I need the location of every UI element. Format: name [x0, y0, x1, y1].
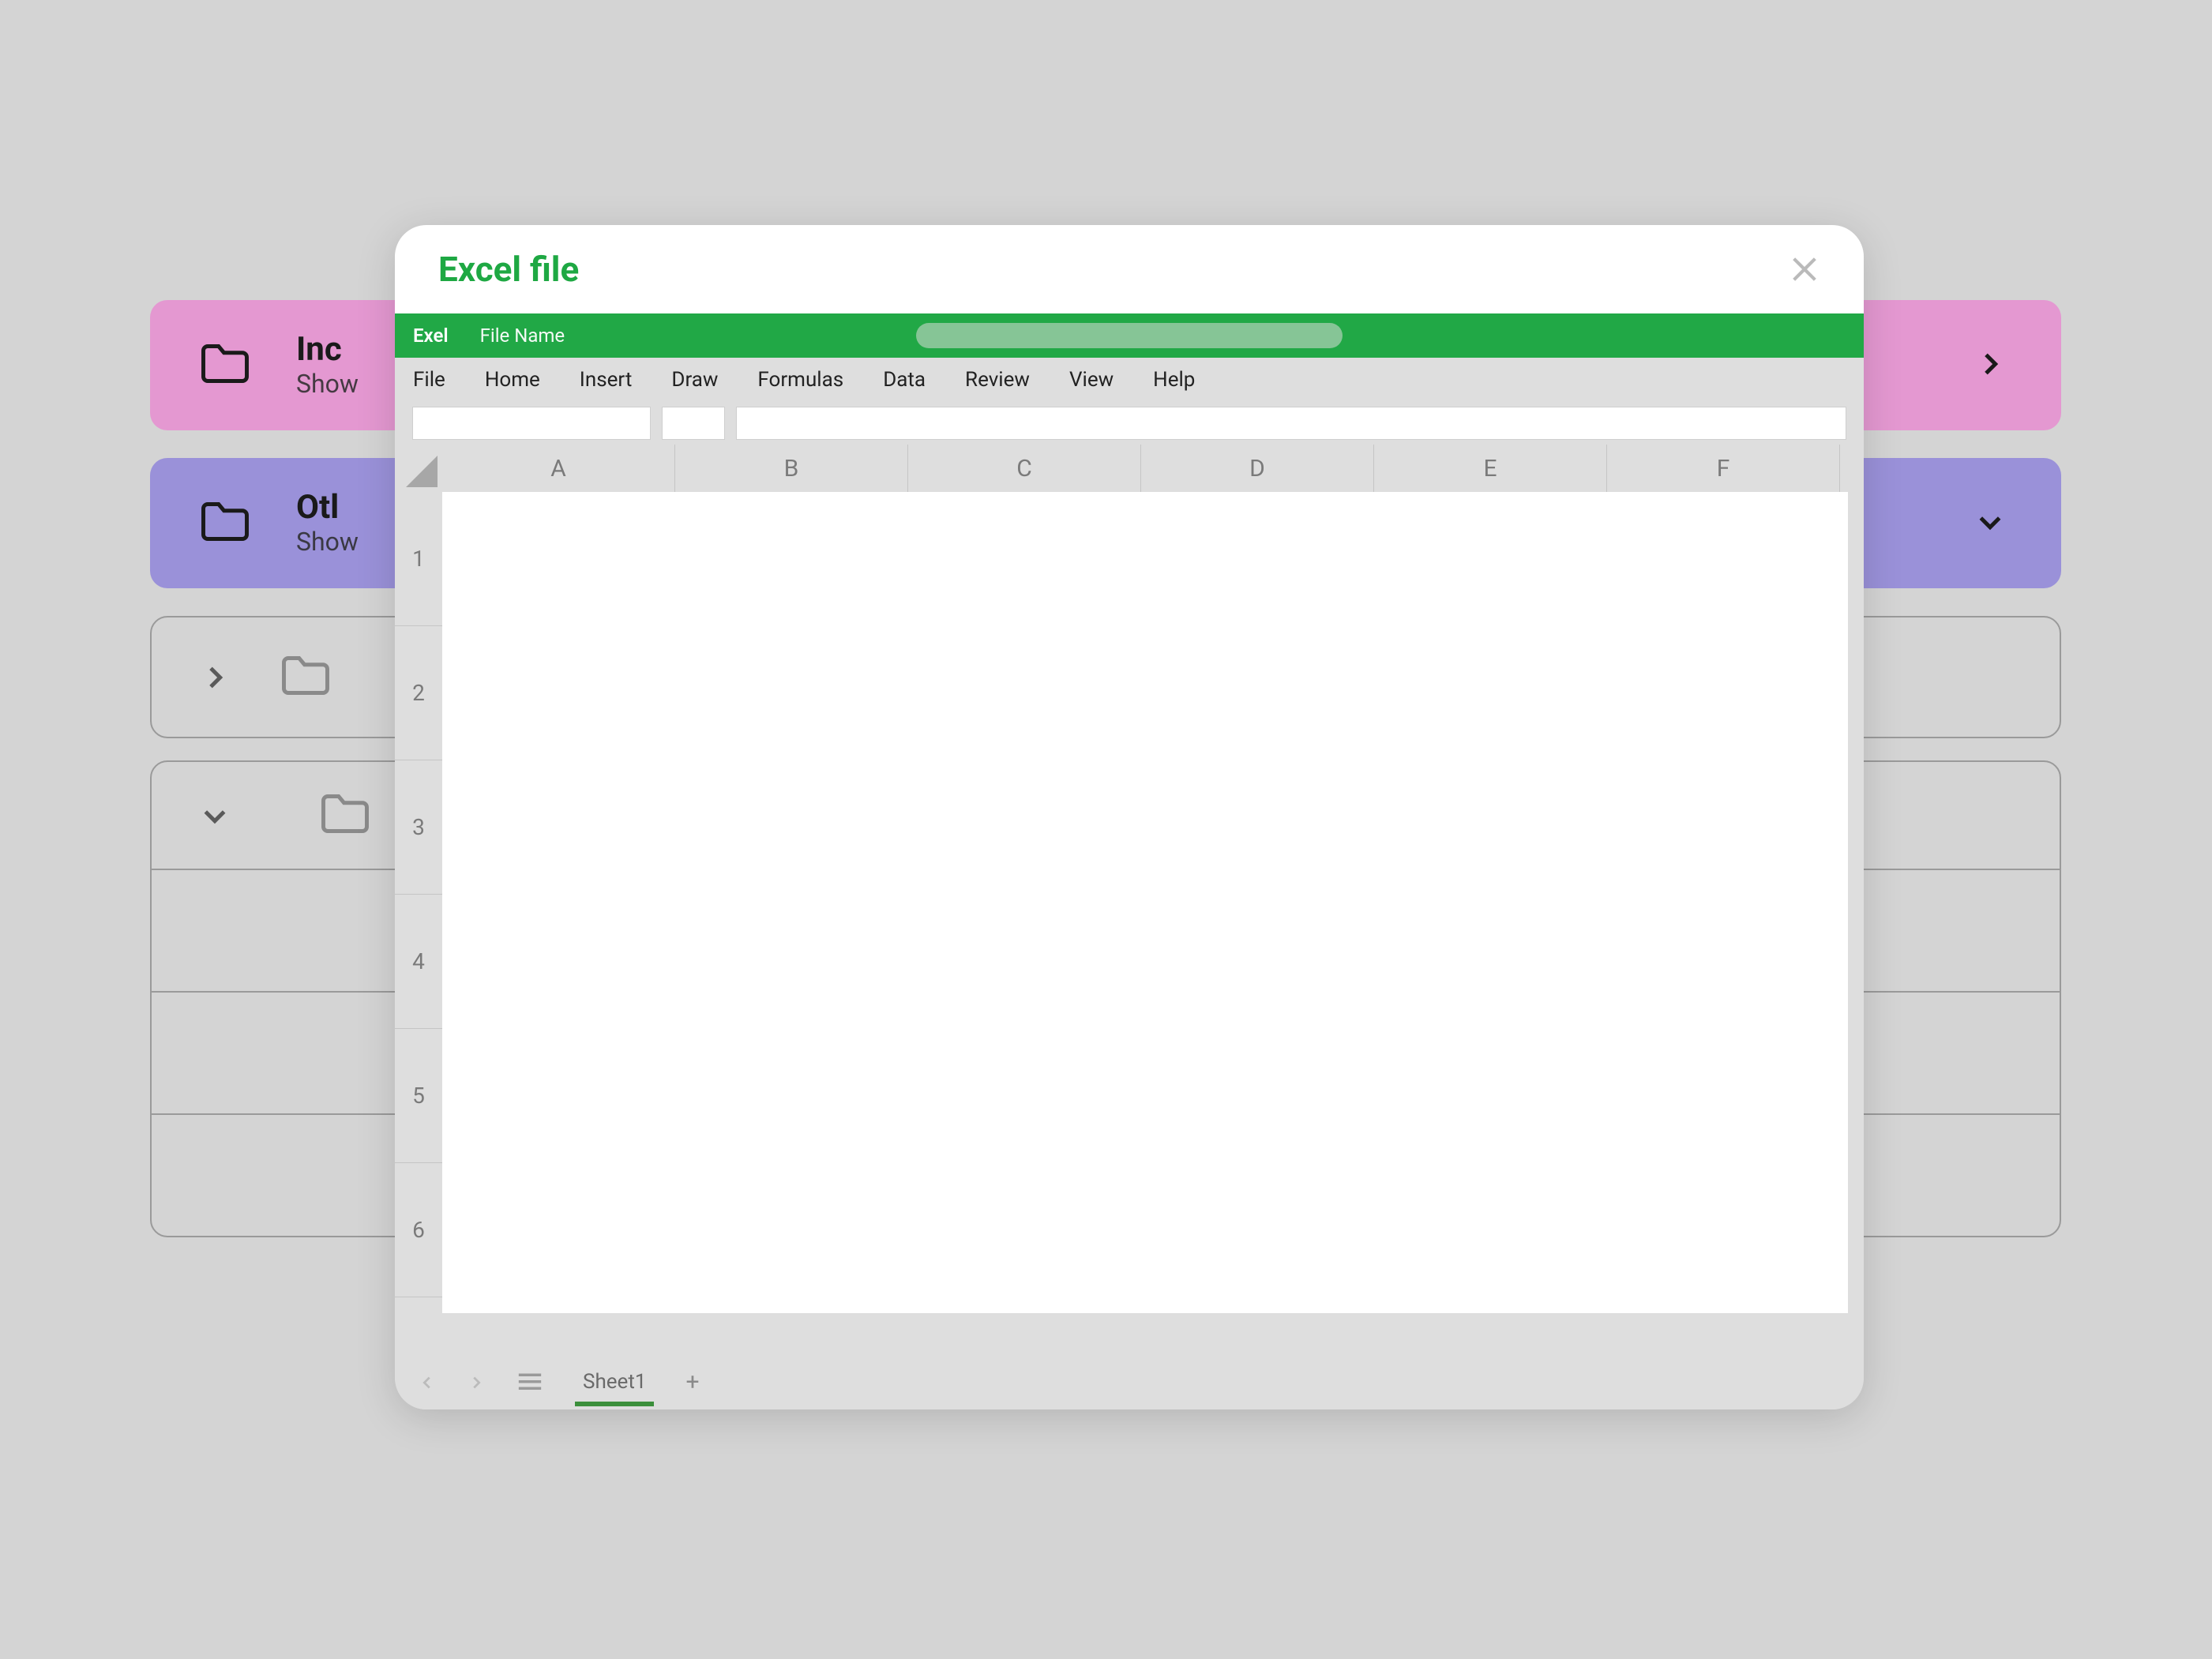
row-header-6[interactable]: 6 [395, 1163, 442, 1297]
select-all-corner[interactable] [395, 445, 442, 492]
col-header-b[interactable]: B [675, 445, 908, 492]
row-header-4[interactable]: 4 [395, 895, 442, 1029]
menu-data[interactable]: Data [883, 368, 926, 392]
menu-file[interactable]: File [413, 368, 445, 392]
chevron-right-icon [199, 662, 231, 693]
folder-icon [317, 792, 373, 839]
all-sheets-icon[interactable] [516, 1372, 543, 1392]
cell-reference-input[interactable] [412, 407, 651, 440]
cell-grid[interactable] [442, 492, 1848, 1313]
file-name-label: File Name [480, 325, 565, 347]
menu-review[interactable]: Review [965, 368, 1030, 392]
menu-view[interactable]: View [1069, 368, 1114, 392]
formula-bar [395, 402, 1864, 445]
col-header-f[interactable]: F [1607, 445, 1840, 492]
menu-draw[interactable]: Draw [671, 368, 718, 392]
chevron-down-icon[interactable] [1974, 506, 2006, 541]
card-sub: Show [296, 527, 359, 557]
row-header-5[interactable]: 5 [395, 1029, 442, 1163]
row-header-1[interactable]: 1 [395, 492, 442, 626]
app-name-label: Exel [413, 325, 449, 347]
modal-title: Excel file [438, 249, 579, 290]
function-button[interactable] [662, 407, 725, 440]
prev-sheet-icon[interactable] [419, 1373, 436, 1391]
close-icon[interactable] [1789, 253, 1820, 285]
menu-bar: File Home Insert Draw Formulas Data Revi… [395, 358, 1864, 402]
folder-icon [197, 342, 253, 388]
excel-modal: Excel file Exel File Name File Home Inse… [395, 225, 1864, 1409]
card-sub: Show [296, 369, 359, 399]
formula-input[interactable] [736, 407, 1846, 440]
excel-topbar: Exel File Name [395, 313, 1864, 358]
col-header-d[interactable]: D [1141, 445, 1374, 492]
chevron-right-icon[interactable] [1974, 348, 2006, 383]
menu-home[interactable]: Home [485, 368, 540, 392]
row-header-3[interactable]: 3 [395, 760, 442, 895]
folder-icon [197, 500, 253, 546]
menu-help[interactable]: Help [1153, 368, 1195, 392]
next-sheet-icon[interactable] [468, 1373, 485, 1391]
card-title: Inc [296, 332, 359, 368]
search-input[interactable] [916, 323, 1343, 348]
spreadsheet-area: A B C D E F 1 2 3 4 5 6 [395, 445, 1864, 1313]
row-headers: 1 2 3 4 5 6 [395, 492, 442, 1297]
menu-insert[interactable]: Insert [580, 368, 633, 392]
card-title: Otl [296, 490, 359, 526]
menu-formulas[interactable]: Formulas [757, 368, 843, 392]
col-header-a[interactable]: A [442, 445, 675, 492]
column-headers: A B C D E F [442, 445, 1840, 492]
sheet-tab-1[interactable]: Sheet1 [575, 1365, 654, 1398]
row-header-2[interactable]: 2 [395, 626, 442, 760]
sheet-tab-bar: Sheet1 + [395, 1354, 1864, 1409]
folder-icon [278, 654, 333, 700]
modal-header: Excel file [395, 225, 1864, 313]
col-header-c[interactable]: C [908, 445, 1141, 492]
col-header-e[interactable]: E [1374, 445, 1607, 492]
add-sheet-icon[interactable]: + [685, 1368, 699, 1396]
chevron-down-icon [199, 800, 231, 831]
